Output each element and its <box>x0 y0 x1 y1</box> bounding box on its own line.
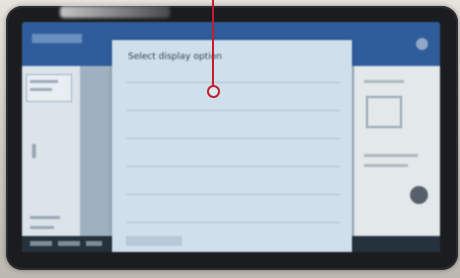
sidebar-item-line <box>30 216 60 219</box>
dialog-row-divider <box>126 110 340 111</box>
dialog-row-divider <box>126 138 340 139</box>
screen-glare <box>60 6 170 18</box>
panel-line <box>364 164 408 167</box>
panel-line <box>364 154 418 157</box>
app-right-panel <box>354 66 440 252</box>
sidebar-item-line <box>30 88 52 91</box>
dialog-row-divider <box>126 194 340 195</box>
panel-image-frame <box>366 96 402 128</box>
display-option-dialog: Select display option <box>112 40 352 252</box>
footer-item[interactable] <box>58 241 80 246</box>
footer-item[interactable] <box>30 241 52 246</box>
dialog-action-button[interactable] <box>126 236 182 246</box>
sidebar-marker <box>32 144 36 158</box>
dialog-row-divider <box>126 222 340 223</box>
tablet-screen: Select display option <box>22 22 440 252</box>
footer-item[interactable] <box>86 241 102 246</box>
dialog-title: Select display option <box>128 52 222 62</box>
annotation-pointer-line <box>212 0 214 86</box>
panel-action-button[interactable] <box>410 186 428 204</box>
panel-line <box>364 80 404 83</box>
dialog-row-divider <box>126 166 340 167</box>
app-logo <box>32 34 82 43</box>
annotation-pointer-dot <box>207 85 220 98</box>
app-sidebar <box>22 66 80 252</box>
settings-gear-icon[interactable] <box>416 38 428 50</box>
sidebar-item-line <box>30 226 54 229</box>
dialog-row-divider <box>126 82 340 83</box>
sidebar-item-line <box>30 80 58 83</box>
photo-scene: Select display option <box>0 0 460 278</box>
